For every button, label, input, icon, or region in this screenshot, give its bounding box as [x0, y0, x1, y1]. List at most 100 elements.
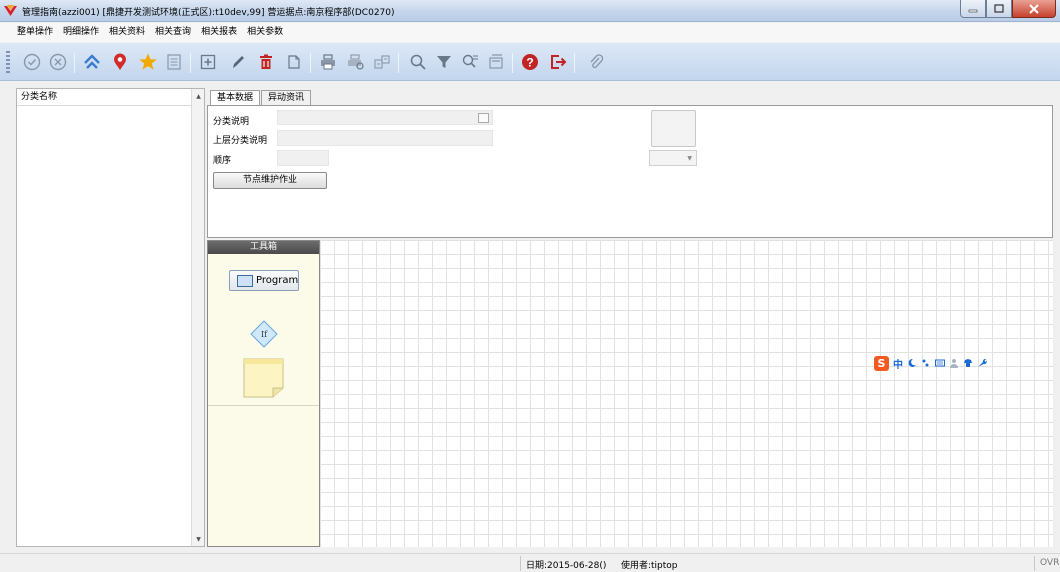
export-icon [374, 55, 390, 69]
help-icon: ? [522, 54, 538, 70]
cancel-button[interactable] [46, 50, 70, 74]
copy-button[interactable] [282, 50, 306, 74]
tree-header: 分类名称 [17, 89, 204, 106]
home-button[interactable] [80, 50, 104, 74]
close-button[interactable] [1012, 0, 1056, 18]
if-tool-icon[interactable]: If [250, 320, 278, 348]
zoom-icon[interactable] [478, 113, 489, 123]
category-desc-label: 分类说明 [213, 117, 250, 127]
exit-button[interactable] [546, 50, 570, 74]
program-tool-label: Program [256, 275, 299, 286]
delete-button[interactable] [254, 50, 278, 74]
export-button[interactable] [370, 50, 394, 74]
program-icon [237, 275, 253, 287]
image-box[interactable] [651, 110, 696, 147]
batch-icon [489, 54, 503, 69]
node-maintenance-button[interactable]: 节点维护作业 [213, 172, 327, 189]
help-button[interactable]: ? [518, 50, 542, 74]
user-icon[interactable] [949, 358, 959, 368]
detail-tabs: 基本数据 异动资讯 [210, 90, 312, 107]
keyboard-icon[interactable] [935, 358, 945, 368]
ime-toolbar[interactable]: S 中 [874, 355, 987, 371]
close-icon [1029, 3, 1039, 14]
ime-mode[interactable]: 中 [893, 356, 903, 371]
app-logo-icon [4, 5, 17, 16]
menu-item-related-params[interactable]: 相关参数 [242, 23, 288, 42]
toolbar-grip[interactable] [6, 51, 10, 73]
home-icon [84, 54, 100, 69]
exit-icon [551, 55, 567, 69]
window-title: 管理指南(azzi001) [鼎捷开发测试环境(正式区):t10dev,99] … [22, 8, 395, 18]
print-icon [321, 54, 335, 70]
attachment-button[interactable] [584, 50, 608, 74]
confirm-icon [23, 53, 41, 71]
search-button[interactable] [406, 50, 430, 74]
parent-desc-field[interactable] [277, 130, 493, 146]
status-bar: 日期:2015-06-28() 使用者:tiptop OVR [0, 553, 1060, 572]
add-icon [200, 54, 216, 70]
print-preview-icon [348, 54, 364, 70]
attachment-icon [590, 54, 604, 69]
toolbar: ? [0, 43, 1060, 81]
toolbar-separator [574, 53, 575, 73]
skin-icon[interactable] [963, 358, 973, 368]
status-date: 日期:2015-06-28() [526, 561, 607, 571]
wrench-icon[interactable] [977, 358, 987, 368]
edit-button[interactable] [226, 50, 250, 74]
filter-icon [437, 56, 451, 68]
window-controls [960, 0, 1056, 19]
order-label: 顺序 [213, 156, 232, 166]
note-tool-icon[interactable] [243, 358, 284, 398]
category-tree-panel[interactable]: 分类名称 ▲ ▼ [16, 88, 205, 547]
title-bar: 管理指南(azzi001) [鼎捷开发测试环境(正式区):t10dev,99] … [0, 0, 1060, 22]
tree-scrollbar[interactable]: ▲ ▼ [191, 89, 204, 546]
status-combo[interactable]: ▼ [649, 150, 697, 166]
scroll-up-icon[interactable]: ▲ [192, 89, 205, 103]
order-field[interactable] [277, 150, 329, 166]
filter-button[interactable] [432, 50, 456, 74]
menu-item-detail-ops[interactable]: 明细操作 [58, 23, 104, 42]
favorite-icon [139, 53, 157, 70]
favorite-button[interactable] [136, 50, 160, 74]
menu-item-document-ops[interactable]: 整单操作 [12, 23, 58, 42]
program-tool-button[interactable]: Program [229, 270, 299, 291]
clear-filter-icon [462, 54, 478, 68]
toolbar-separator [74, 53, 75, 73]
cancel-icon [49, 53, 67, 71]
maximize-button[interactable] [986, 0, 1012, 18]
basic-data-panel: 分类说明 上层分类说明 顺序 节点维护作业 ▼ [207, 105, 1053, 238]
flow-canvas[interactable] [320, 240, 1053, 547]
tab-change-info[interactable]: 异动资讯 [261, 90, 312, 106]
toolbox-divider [208, 405, 319, 406]
ime-logo-icon[interactable]: S [874, 355, 889, 371]
print-button[interactable] [316, 50, 340, 74]
scroll-down-icon[interactable]: ▼ [192, 532, 205, 546]
delete-icon [260, 54, 272, 69]
edit-icon [233, 56, 244, 68]
batch-button[interactable] [484, 50, 508, 74]
print-preview-button[interactable] [344, 50, 368, 74]
category-desc-field[interactable] [277, 110, 493, 125]
location-icon [114, 53, 126, 70]
toolbar-separator [512, 53, 513, 73]
clear-filter-button[interactable] [458, 50, 482, 74]
copy-icon [288, 55, 300, 69]
list-button[interactable] [162, 50, 186, 74]
menu-item-related-query[interactable]: 相关查询 [150, 23, 196, 42]
location-button[interactable] [108, 50, 132, 74]
add-button[interactable] [196, 50, 220, 74]
toolbox-panel: 工具箱 Program If [207, 240, 320, 547]
status-ovr: OVR [1040, 558, 1060, 568]
svg-text:?: ? [526, 56, 533, 70]
toolbar-separator [310, 53, 311, 73]
moon-icon[interactable] [907, 358, 917, 368]
minimize-icon [968, 9, 978, 12]
if-tool-label: If [261, 330, 268, 339]
minimize-button[interactable] [960, 0, 986, 18]
confirm-button[interactable] [20, 50, 44, 74]
chevron-down-icon: ▼ [687, 155, 692, 162]
maximize-icon [994, 4, 1004, 13]
menu-item-related-data[interactable]: 相关资料 [104, 23, 150, 42]
punctuation-icon[interactable] [921, 358, 931, 368]
menu-item-related-reports[interactable]: 相关报表 [196, 23, 242, 42]
